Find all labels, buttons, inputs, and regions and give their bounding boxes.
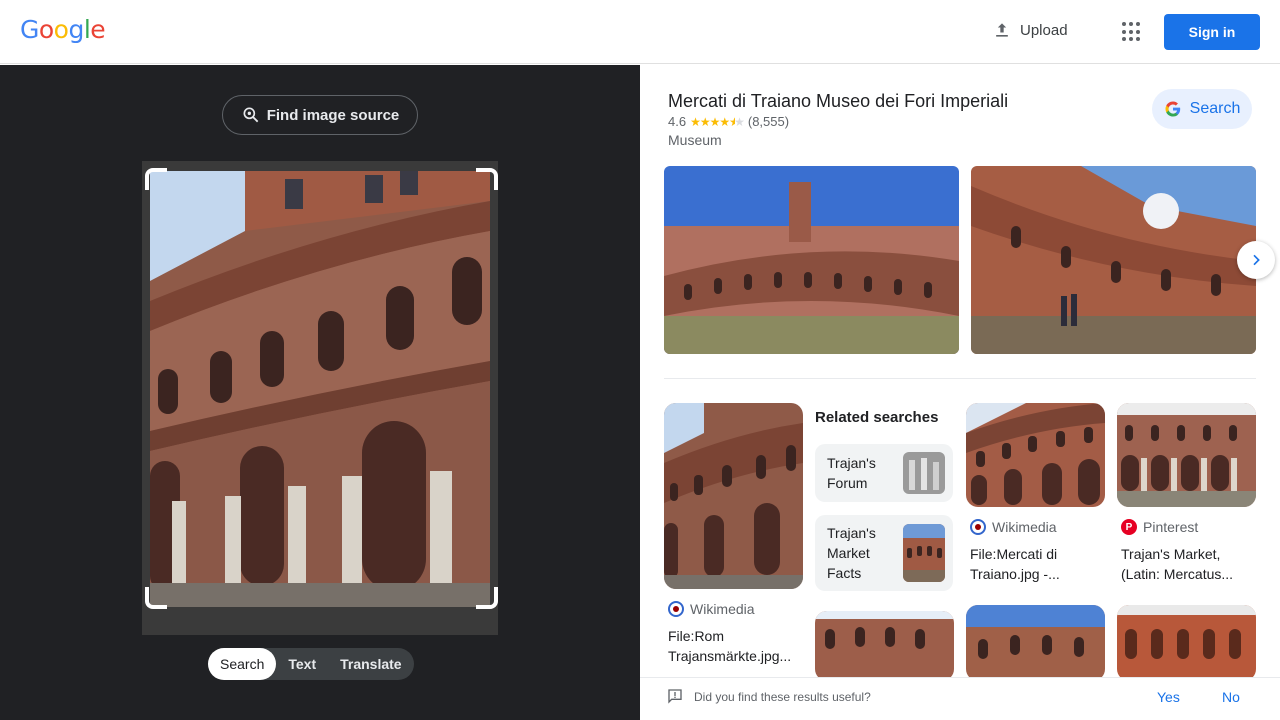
result-title-line: File:Mercati di [970,546,1058,562]
related-search-chip[interactable]: Trajan's Forum [815,444,953,502]
place-title[interactable]: Mercati di Traiano Museo dei Fori Imperi… [668,91,1008,112]
result-source-name: Pinterest [1143,519,1199,535]
logo-letter: g [68,15,84,44]
mode-text-tab[interactable]: Text [276,648,328,680]
result-source-name: Wikimedia [690,601,755,617]
feedback-question: Did you find these results useful? [694,690,871,704]
rating-row: 4.6 ★★★★★★ (8,555) [668,114,789,129]
place-photo[interactable] [971,166,1256,354]
mode-translate-tab[interactable]: Translate [328,648,413,680]
lens-search-icon [243,107,259,123]
logo-letter: o [38,15,54,44]
related-search-chip[interactable]: Trajan's Market Facts [815,515,953,591]
result-title[interactable]: File:Mercati di Traiano.jpg -... [970,544,1110,584]
logo-letter: e [90,15,106,44]
result-image[interactable] [966,403,1105,507]
logo-letter: o [53,15,69,44]
result-image[interactable] [966,605,1105,681]
find-image-source-button[interactable]: Find image source [222,95,418,135]
related-chip-line: Market [827,545,870,561]
result-title-line: (Latin: Mercatus... [1121,566,1234,582]
google-search-button[interactable]: Search [1152,89,1252,129]
related-chip-thumbnail [903,524,945,582]
result-title-line: Trajansmärkte.jpg... [668,648,792,664]
crop-handle-top-right[interactable] [476,168,498,190]
feedback-yes-button[interactable]: Yes [1157,689,1180,705]
rating-stars-icon: ★★★★★★ [690,114,745,129]
apps-grid-icon[interactable] [1122,22,1142,42]
top-bar: Google Upload Sign in [0,0,1280,64]
crop-handle-bottom-left[interactable] [145,587,167,609]
place-category: Museum [668,132,722,148]
result-title[interactable]: Trajan's Market, (Latin: Mercatus... [1121,544,1261,584]
result-source[interactable]: P Pinterest [1121,519,1198,535]
google-logo[interactable]: Google [20,15,106,44]
google-search-label: Search [1189,100,1241,117]
result-image[interactable] [815,611,954,681]
carousel-next-button[interactable] [1237,241,1275,279]
query-image[interactable] [142,161,498,635]
result-source[interactable]: Wikimedia [668,601,755,617]
crop-handle-top-left[interactable] [145,168,167,190]
crop-handle-bottom-right[interactable] [476,587,498,609]
mode-switcher: Search Text Translate [208,648,414,680]
rating-value: 4.6 [668,114,687,129]
feedback-icon [668,689,682,704]
result-source-name: Wikimedia [992,519,1057,535]
upload-label: Upload [1020,21,1068,39]
image-preview-panel: Find image source Search Text Translate [0,65,640,720]
upload-button[interactable]: Upload [992,20,1068,40]
google-g-icon [1165,101,1180,117]
related-chip-line: Trajan's [827,455,876,471]
result-image[interactable] [664,403,803,589]
result-image[interactable] [1117,403,1256,507]
feedback-no-button[interactable]: No [1222,689,1240,705]
upload-icon [996,23,1008,37]
chevron-right-icon [1253,254,1260,266]
find-image-source-label: Find image source [266,106,400,124]
result-title-line: Traiano.jpg -... [970,566,1060,582]
pinterest-icon: P [1121,519,1137,535]
result-source[interactable]: Wikimedia [970,519,1057,535]
related-chip-line: Facts [827,565,862,581]
result-title[interactable]: File:Rom Trajansmärkte.jpg... [668,626,808,666]
sign-in-button[interactable]: Sign in [1164,14,1260,50]
mode-search-tab[interactable]: Search [208,648,277,680]
feedback-bar: Did you find these results useful? Yes N… [640,677,1280,720]
wikimedia-icon [668,601,684,617]
related-chip-line: Forum [827,475,868,491]
related-chip-line: Trajan's [827,525,876,541]
related-searches-heading: Related searches [815,409,939,426]
section-divider [664,378,1256,379]
wikimedia-icon [970,519,986,535]
related-chip-thumbnail [903,452,945,494]
building-illustration [150,171,490,607]
result-title-line: File:Rom [668,628,725,644]
place-photo[interactable] [664,166,959,354]
result-image[interactable] [1117,605,1256,681]
logo-letter: G [20,15,39,44]
results-panel: Mercati di Traiano Museo dei Fori Imperi… [640,65,1280,720]
review-count[interactable]: (8,555) [748,114,789,129]
result-title-line: Trajan's Market, [1121,546,1221,562]
